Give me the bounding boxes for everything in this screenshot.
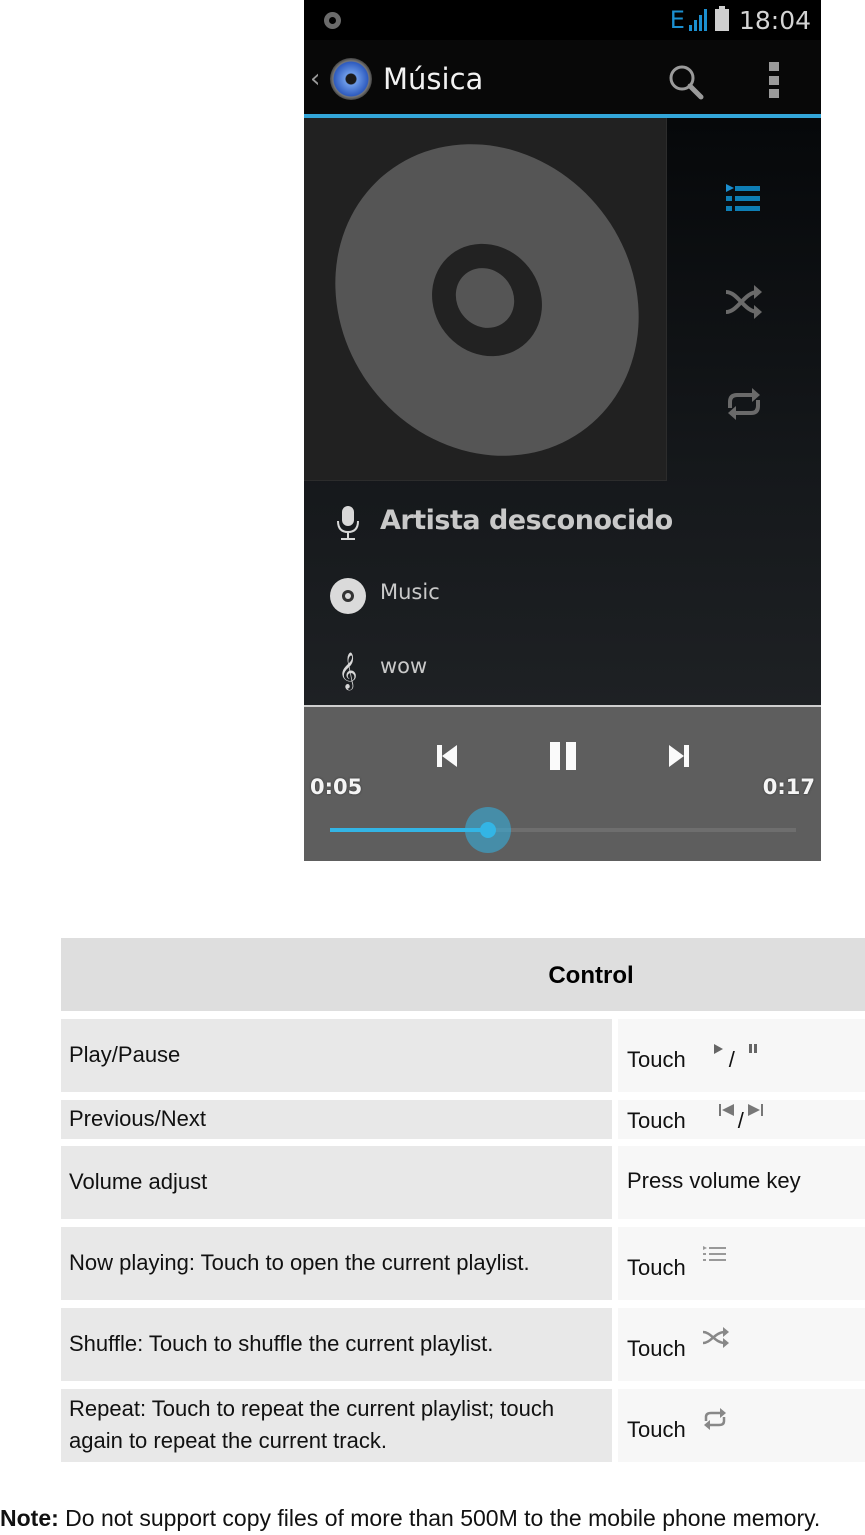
status-indicators: E 18:04: [670, 4, 811, 36]
action-cell: Shuffle: Touch to shuffle the current pl…: [61, 1308, 612, 1381]
album-row: Music: [304, 566, 821, 626]
method-cell: Touch: [618, 1389, 865, 1462]
search-icon[interactable]: [666, 62, 706, 102]
shuffle-icon: [702, 1327, 729, 1348]
playlist-icon[interactable]: [724, 180, 764, 220]
network-type: E: [669, 6, 685, 34]
separator: /: [728, 1047, 735, 1072]
method-text: Touch: [627, 1336, 686, 1361]
table-row: Shuffle: Touch to shuffle the current pl…: [61, 1308, 865, 1381]
app-logo-speaker-icon[interactable]: [330, 58, 372, 100]
elapsed-time: 0:05: [310, 775, 363, 799]
total-duration: 0:17: [762, 775, 815, 799]
action-text: Now playing: Touch to open the current p…: [69, 1250, 530, 1275]
shuffle-icon[interactable]: [724, 282, 764, 322]
action-bar: ‹ Música: [304, 40, 821, 115]
title-row: 𝄞 wow: [304, 640, 821, 700]
method-cell: Touch: [618, 1227, 865, 1300]
signal-bars-icon: [688, 9, 707, 31]
action-text: Previous/Next: [69, 1106, 206, 1131]
method-text: Touch: [627, 1108, 686, 1133]
status-bar: E 18:04: [304, 0, 821, 40]
phone-screenshot: E 18:04 ‹ Música Artista desconocido Mus…: [304, 0, 821, 861]
microphone-icon: [337, 506, 359, 540]
next-icon: [747, 1104, 763, 1116]
method-cell: Touch /: [618, 1019, 865, 1092]
action-text: Play/Pause: [69, 1042, 181, 1067]
previous-icon: [718, 1104, 734, 1116]
album-disc-icon: [335, 144, 639, 456]
playlist-icon: [702, 1246, 726, 1261]
notification-icon: [324, 12, 341, 29]
album-icon: [330, 578, 366, 614]
track-title: wow: [380, 654, 428, 678]
app-title: Música: [383, 62, 484, 96]
action-cell: Repeat: Touch to repeat the current play…: [61, 1389, 612, 1462]
action-cell: Volume adjust: [61, 1146, 612, 1219]
action-text: Volume adjust: [69, 1169, 208, 1194]
table-row: Play/Pause Touch /: [61, 1019, 865, 1092]
method-text: Touch: [627, 1047, 686, 1072]
repeat-icon: [703, 1408, 726, 1430]
next-icon[interactable]: [662, 739, 696, 773]
pause-icon: [748, 1044, 757, 1053]
seek-bar[interactable]: [330, 807, 796, 853]
pause-icon[interactable]: [546, 739, 580, 773]
album-name: Music: [380, 580, 440, 604]
separator: /: [737, 1108, 744, 1133]
previous-icon[interactable]: [430, 739, 464, 773]
action-cell: Play/Pause: [61, 1019, 612, 1092]
method-wrap: Touch /: [627, 1104, 764, 1134]
action-cell: Now playing: Touch to open the current p…: [61, 1227, 612, 1300]
method-wrap: Touch /: [627, 1044, 759, 1073]
overflow-menu-icon[interactable]: [766, 62, 782, 98]
play-icon: [713, 1044, 723, 1054]
table-row: Volume adjust Press volume key: [61, 1146, 865, 1219]
album-artwork: [304, 118, 667, 481]
playback-controls: 0:05 0:17: [304, 705, 821, 861]
footnote: Note: Do not support copy files of more …: [0, 1505, 820, 1532]
battery-icon: [714, 6, 729, 31]
method-wrap: Touch: [627, 1327, 730, 1362]
method-cell: Press volume key: [618, 1146, 865, 1219]
action-text: Repeat: Touch to repeat the current play…: [69, 1396, 555, 1453]
artist-row: Artista desconocido: [304, 493, 821, 553]
seek-thumb[interactable]: [480, 822, 496, 838]
table-row: Repeat: Touch to repeat the current play…: [61, 1389, 865, 1462]
table-header: Control: [61, 938, 865, 1011]
method-cell: Touch: [618, 1308, 865, 1381]
status-time: 18:04: [738, 5, 811, 35]
table-row: Previous/Next Touch /: [61, 1100, 865, 1139]
artist-name: Artista desconocido: [380, 505, 673, 536]
treble-clef-icon: 𝄞: [338, 651, 358, 689]
table-row: Now playing: Touch to open the current p…: [61, 1227, 865, 1300]
note-label: Note:: [0, 1505, 59, 1531]
action-text: Shuffle: Touch to shuffle the current pl…: [69, 1331, 494, 1356]
method-text: Press volume key: [627, 1168, 801, 1193]
method-wrap: Press volume key: [627, 1168, 801, 1194]
table-header-label: Control: [548, 962, 634, 989]
chevron-left-icon[interactable]: ‹: [310, 64, 320, 94]
now-playing-content: Artista desconocido Music 𝄞 wow: [304, 118, 821, 705]
method-cell: Touch /: [618, 1100, 865, 1139]
method-wrap: Touch: [627, 1408, 728, 1443]
method-text: Touch: [627, 1417, 686, 1442]
repeat-icon[interactable]: [724, 384, 764, 424]
note-text: Do not support copy files of more than 5…: [58, 1505, 821, 1531]
method-wrap: Touch: [627, 1246, 728, 1281]
action-cell: Previous/Next: [61, 1100, 612, 1139]
method-text: Touch: [627, 1255, 686, 1280]
